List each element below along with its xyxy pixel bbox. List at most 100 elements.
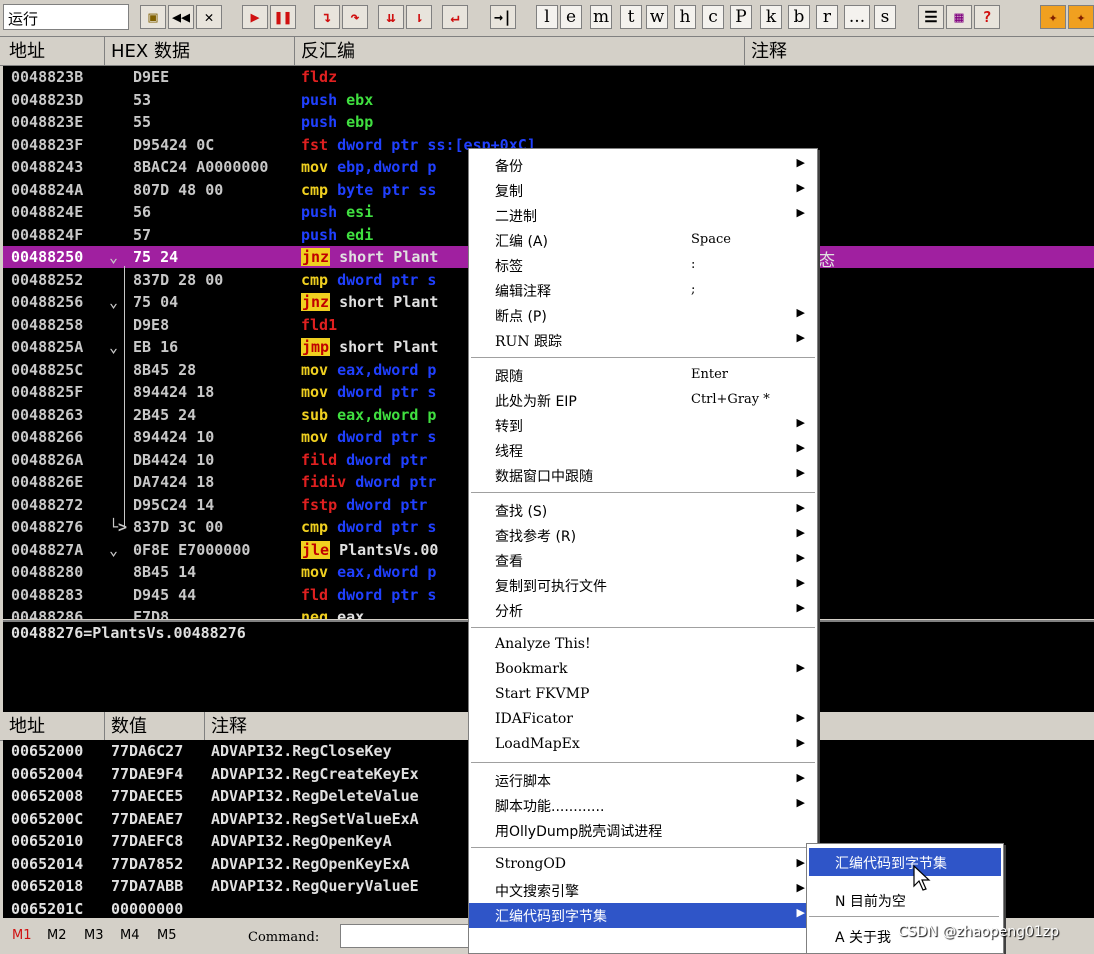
menu-item[interactable]: 用OllyDump脱壳调试进程: [469, 818, 817, 843]
menu-item[interactable]: Bookmark ▶: [469, 658, 817, 683]
help-icon[interactable]: ?: [974, 5, 1000, 29]
disasm-address: 0048825C: [11, 360, 84, 379]
menu-item[interactable]: 汇编 (A) Space: [469, 228, 817, 253]
restart-icon[interactable]: ◀◀: [168, 5, 194, 29]
step-over-icon[interactable]: ↷: [342, 5, 368, 29]
disasm-hex: 837D 3C 00: [133, 518, 224, 536]
menu-item[interactable]: Start FKVMP: [469, 683, 817, 708]
disasm-mnemonic: push: [301, 203, 338, 221]
pause-icon[interactable]: ❚❚: [270, 5, 296, 29]
dump-address: 00652000: [11, 742, 84, 760]
disasm-address: 0048825F: [11, 383, 84, 401]
toolbar-letter-l[interactable]: l: [536, 5, 558, 29]
submenu-item-empty[interactable]: N 目前为空: [809, 886, 1001, 914]
toolbar-letter-h[interactable]: h: [674, 5, 696, 29]
menu-item[interactable]: 断点 (P) ▶: [469, 303, 817, 328]
menu-item[interactable]: 查找参考 (R) ▶: [469, 523, 817, 548]
toolbar-letter-t[interactable]: t: [620, 5, 642, 29]
execute-till-return-icon[interactable]: ↵: [442, 5, 468, 29]
dump-col-address[interactable]: 地址: [3, 712, 105, 740]
grid-icon[interactable]: ▦: [946, 5, 972, 29]
plugin1-icon[interactable]: ✦: [1040, 5, 1066, 29]
tab-m4[interactable]: M4: [120, 928, 140, 943]
close-icon[interactable]: ✕: [196, 5, 222, 29]
menu-item[interactable]: 运行脚本 ▶: [469, 768, 817, 793]
menu-item[interactable]: 汇编代码到字节集 ▶: [469, 903, 817, 928]
toolbar-letter-c[interactable]: c: [702, 5, 724, 29]
disasm-operands: ebp: [346, 113, 374, 131]
dump-comment: ADVAPI32.RegCreateKeyEx: [211, 764, 419, 783]
menu-item-label: Start FKVMP: [495, 686, 590, 702]
disasm-mnemonic: fst: [301, 135, 329, 154]
menu-item[interactable]: 此处为新 EIP Ctrl+Gray *: [469, 388, 817, 413]
dump-col-value[interactable]: 数值: [105, 712, 205, 740]
menu-item[interactable]: 二进制 ▶: [469, 203, 817, 228]
jump-line: [124, 266, 125, 528]
menu-item[interactable]: LoadMapEx ▶: [469, 733, 817, 758]
menu-item[interactable]: 中文搜索引擎 ▶: [469, 878, 817, 903]
menu-item-shortcut: :: [691, 257, 696, 272]
tab-m1[interactable]: M1: [12, 928, 32, 943]
disasm-operands: dword ptr s: [337, 270, 437, 289]
disasm-col-address[interactable]: 地址: [3, 37, 105, 65]
tab-m5[interactable]: M5: [157, 928, 177, 943]
disasm-hex: 0F8E E7000000: [133, 540, 251, 559]
submenu-arrow-icon: ▶: [796, 526, 805, 539]
menu-item[interactable]: 复制 ▶: [469, 178, 817, 203]
toolbar-letter-r[interactable]: r: [816, 5, 838, 29]
run-icon[interactable]: ▶: [242, 5, 268, 29]
menu-item-label: 断点 (P): [495, 309, 547, 325]
menu-item-label: 二进制: [495, 209, 537, 225]
menu-item[interactable]: 转到 ▶: [469, 413, 817, 438]
trace-into-icon[interactable]: ⇊: [378, 5, 404, 29]
toolbar-letter-p[interactable]: P: [730, 5, 752, 29]
open-file-icon[interactable]: ▣: [140, 5, 166, 29]
dump-comment: ADVAPI32.RegOpenKeyA: [211, 832, 392, 850]
menu-item[interactable]: 查看 ▶: [469, 548, 817, 573]
jump-arrow: ⌄: [109, 248, 119, 266]
menu-item[interactable]: Analyze This!: [469, 633, 817, 658]
tab-m3[interactable]: M3: [84, 928, 104, 943]
disasm-col-disasm[interactable]: 反汇编: [295, 37, 745, 65]
disasm-address: 00488252: [11, 270, 84, 289]
plugin2-icon[interactable]: ✦: [1068, 5, 1094, 29]
menu-item[interactable]: 线程 ▶: [469, 438, 817, 463]
toolbar-letter-m[interactable]: m: [590, 5, 612, 29]
disasm-hex: D9E8: [133, 315, 170, 334]
submenu-arrow-icon: ▶: [796, 771, 805, 784]
menu-item[interactable]: 跟随 Enter: [469, 363, 817, 388]
disasm-instruction: fldz: [301, 68, 346, 86]
menu-item[interactable]: 备份 ▶: [469, 153, 817, 178]
menu-item-label: 汇编代码到字节集: [495, 909, 607, 925]
toolbar-letter-more[interactable]: ...: [844, 5, 870, 29]
toolbar-letter-e[interactable]: e: [560, 5, 582, 29]
menu-item[interactable]: 数据窗口中跟随 ▶: [469, 463, 817, 488]
menu-item[interactable]: 编辑注释;: [469, 278, 817, 303]
menu-item[interactable]: IDAFicator ▶: [469, 708, 817, 733]
menu-item[interactable]: 分析 ▶: [469, 598, 817, 623]
list-icon[interactable]: ☰: [918, 5, 944, 29]
disasm-row[interactable]: 0048823E 55 push ebp: [3, 111, 1094, 133]
disasm-col-comment[interactable]: 注释: [745, 37, 1094, 65]
submenu-item-asm-to-bytes[interactable]: 汇编代码到字节集: [809, 848, 1001, 876]
toolbar-letter-w[interactable]: w: [646, 5, 668, 29]
goto-icon[interactable]: →|: [490, 5, 516, 29]
toolbar-letter-b[interactable]: b: [788, 5, 810, 29]
menu-item[interactable]: 查找 (S) ▶: [469, 498, 817, 523]
menu-item[interactable]: StrongOD ▶: [469, 853, 817, 878]
menu-item-shortcut: Space: [691, 232, 731, 247]
menu-item[interactable]: 脚本功能............ ▶: [469, 793, 817, 818]
disasm-mnemonic: sub: [301, 405, 329, 424]
menu-item[interactable]: RUN 跟踪 ▶: [469, 328, 817, 353]
step-into-icon[interactable]: ↴: [314, 5, 340, 29]
toolbar-letter-s[interactable]: s: [874, 5, 896, 29]
tab-m2[interactable]: M2: [47, 928, 67, 943]
toolbar-letter-k[interactable]: k: [760, 5, 782, 29]
disasm-row[interactable]: 0048823D 53 push ebx: [3, 89, 1094, 111]
menu-item-label: 此处为新 EIP: [495, 394, 577, 410]
menu-item[interactable]: 标签:: [469, 253, 817, 278]
disasm-row[interactable]: 0048823B D9EE fldz: [3, 66, 1094, 88]
disasm-col-hex[interactable]: HEX 数据: [105, 37, 295, 65]
menu-item[interactable]: 复制到可执行文件 ▶: [469, 573, 817, 598]
trace-over-icon[interactable]: ⇂: [406, 5, 432, 29]
